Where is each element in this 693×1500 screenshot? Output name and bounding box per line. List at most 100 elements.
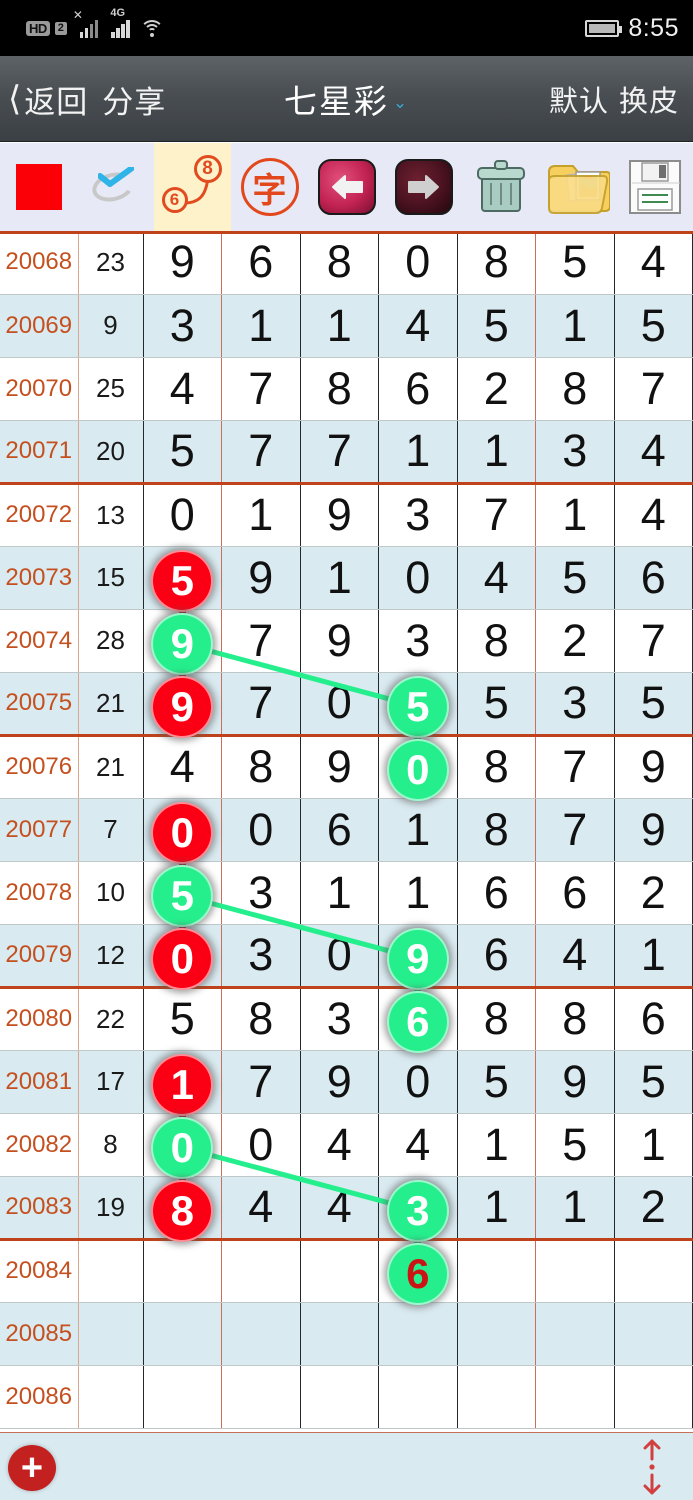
cell-number[interactable]: 1 [300, 546, 379, 610]
cell-number[interactable]: 9 [535, 1050, 615, 1114]
cell-number[interactable]: 7 [221, 1050, 301, 1114]
table-row[interactable]: 20068 23 9 6 8 0 8 5 4 [0, 231, 693, 295]
cell-number[interactable] [143, 672, 222, 737]
cell-number[interactable]: 7 [535, 798, 615, 862]
cell-number[interactable] [378, 1302, 458, 1366]
table-row[interactable]: 20086 [0, 1365, 693, 1429]
cell-number[interactable] [221, 1365, 301, 1429]
table-row[interactable]: 20075 21 7 0 5 3 5 [0, 672, 693, 737]
cell-number[interactable]: 5 [614, 294, 693, 358]
cell-number[interactable]: 3 [300, 987, 379, 1051]
cell-number[interactable]: 4 [614, 483, 693, 547]
cell-number[interactable]: 1 [614, 924, 693, 989]
cell-number[interactable]: 8 [221, 735, 301, 799]
cell-number[interactable] [378, 1365, 458, 1429]
cell-number[interactable] [143, 1050, 222, 1114]
cell-number[interactable]: 0 [300, 924, 379, 989]
cell-number[interactable]: 5 [535, 1113, 615, 1177]
cell-number[interactable]: 4 [614, 231, 693, 295]
cell-number[interactable]: 6 [457, 861, 536, 925]
cell-number[interactable]: 4 [535, 924, 615, 989]
cell-number[interactable]: 1 [221, 483, 301, 547]
cell-number[interactable]: 6 [457, 924, 536, 989]
cell-number[interactable]: 0 [378, 1050, 458, 1114]
cell-number[interactable]: 4 [143, 735, 222, 799]
cell-number[interactable] [143, 1113, 222, 1177]
cell-number[interactable]: 0 [300, 672, 379, 737]
cell-number[interactable]: 8 [457, 735, 536, 799]
table-row[interactable]: 20076 21 4 8 9 8 7 9 [0, 735, 693, 799]
cell-number[interactable] [457, 1365, 536, 1429]
cell-number[interactable]: 9 [300, 735, 379, 799]
cell-number[interactable] [221, 1239, 301, 1303]
cell-number[interactable]: 3 [221, 924, 301, 989]
cell-number[interactable] [378, 1239, 458, 1303]
table-row[interactable]: 20085 [0, 1302, 693, 1366]
cell-number[interactable]: 3 [535, 420, 615, 485]
cell-number[interactable]: 8 [300, 231, 379, 295]
cell-number[interactable] [535, 1302, 615, 1366]
cell-number[interactable]: 0 [378, 546, 458, 610]
cell-number[interactable] [300, 1365, 379, 1429]
cell-number[interactable]: 0 [143, 483, 222, 547]
cell-number[interactable]: 7 [300, 420, 379, 485]
cell-number[interactable]: 9 [300, 609, 379, 673]
table-row[interactable]: 20069 9 3 1 1 4 5 1 5 [0, 294, 693, 358]
check-mark-button[interactable] [77, 143, 154, 231]
cell-number[interactable]: 7 [221, 357, 301, 421]
change-skin-button[interactable]: 换皮 [619, 78, 679, 120]
cell-number[interactable]: 6 [614, 987, 693, 1051]
cell-number[interactable] [535, 1365, 615, 1429]
cell-number[interactable]: 9 [614, 735, 693, 799]
cell-number[interactable]: 2 [614, 861, 693, 925]
cell-number[interactable]: 8 [457, 609, 536, 673]
table-row[interactable]: 20077 7 0 6 1 8 7 9 [0, 798, 693, 862]
cell-number[interactable]: 1 [300, 294, 379, 358]
cell-number[interactable] [143, 924, 222, 989]
table-row[interactable]: 20070 25 4 7 8 6 2 8 7 [0, 357, 693, 421]
cell-number[interactable]: 4 [457, 546, 536, 610]
gallery-button[interactable] [539, 143, 616, 231]
cell-number[interactable]: 9 [221, 546, 301, 610]
cell-number[interactable]: 9 [614, 798, 693, 862]
cell-number[interactable]: 6 [535, 861, 615, 925]
cell-number[interactable] [143, 1365, 222, 1429]
cell-number[interactable]: 1 [221, 294, 301, 358]
cell-number[interactable]: 8 [535, 987, 615, 1051]
cell-number[interactable]: 1 [378, 861, 458, 925]
cell-number[interactable]: 6 [378, 357, 458, 421]
table-row[interactable]: 20080 22 5 8 3 8 8 6 [0, 987, 693, 1051]
cell-number[interactable]: 0 [221, 798, 301, 862]
cell-number[interactable]: 8 [300, 357, 379, 421]
cell-number[interactable]: 4 [378, 1113, 458, 1177]
prev-button[interactable] [308, 143, 385, 231]
cell-number[interactable]: 7 [614, 609, 693, 673]
cell-number[interactable]: 1 [614, 1113, 693, 1177]
cell-number[interactable]: 7 [614, 357, 693, 421]
cell-number[interactable]: 7 [221, 672, 301, 737]
cell-number[interactable] [457, 1239, 536, 1303]
cell-number[interactable]: 7 [457, 483, 536, 547]
cell-number[interactable]: 3 [378, 483, 458, 547]
cell-number[interactable]: 6 [614, 546, 693, 610]
cell-number[interactable] [378, 987, 458, 1051]
cell-number[interactable]: 5 [457, 1050, 536, 1114]
table-row[interactable]: 20071 20 5 7 7 1 1 3 4 [0, 420, 693, 485]
save-button[interactable] [616, 143, 693, 231]
cell-number[interactable]: 9 [300, 1050, 379, 1114]
cell-number[interactable]: 4 [614, 420, 693, 485]
cell-number[interactable]: 4 [221, 1176, 301, 1241]
cell-number[interactable]: 5 [535, 546, 615, 610]
cell-number[interactable] [378, 924, 458, 989]
scroll-updown-button[interactable] [629, 1439, 675, 1495]
default-skin-button[interactable]: 默认 [549, 78, 609, 120]
cell-number[interactable]: 0 [378, 231, 458, 295]
cell-number[interactable]: 1 [457, 1113, 536, 1177]
cell-number[interactable]: 3 [535, 672, 615, 737]
cell-number[interactable]: 5 [143, 420, 222, 485]
cell-number[interactable]: 8 [457, 231, 536, 295]
table-row[interactable]: 20079 12 3 0 6 4 1 [0, 924, 693, 989]
cell-number[interactable] [378, 672, 458, 737]
trash-button[interactable] [462, 143, 539, 231]
cell-number[interactable] [614, 1302, 693, 1366]
